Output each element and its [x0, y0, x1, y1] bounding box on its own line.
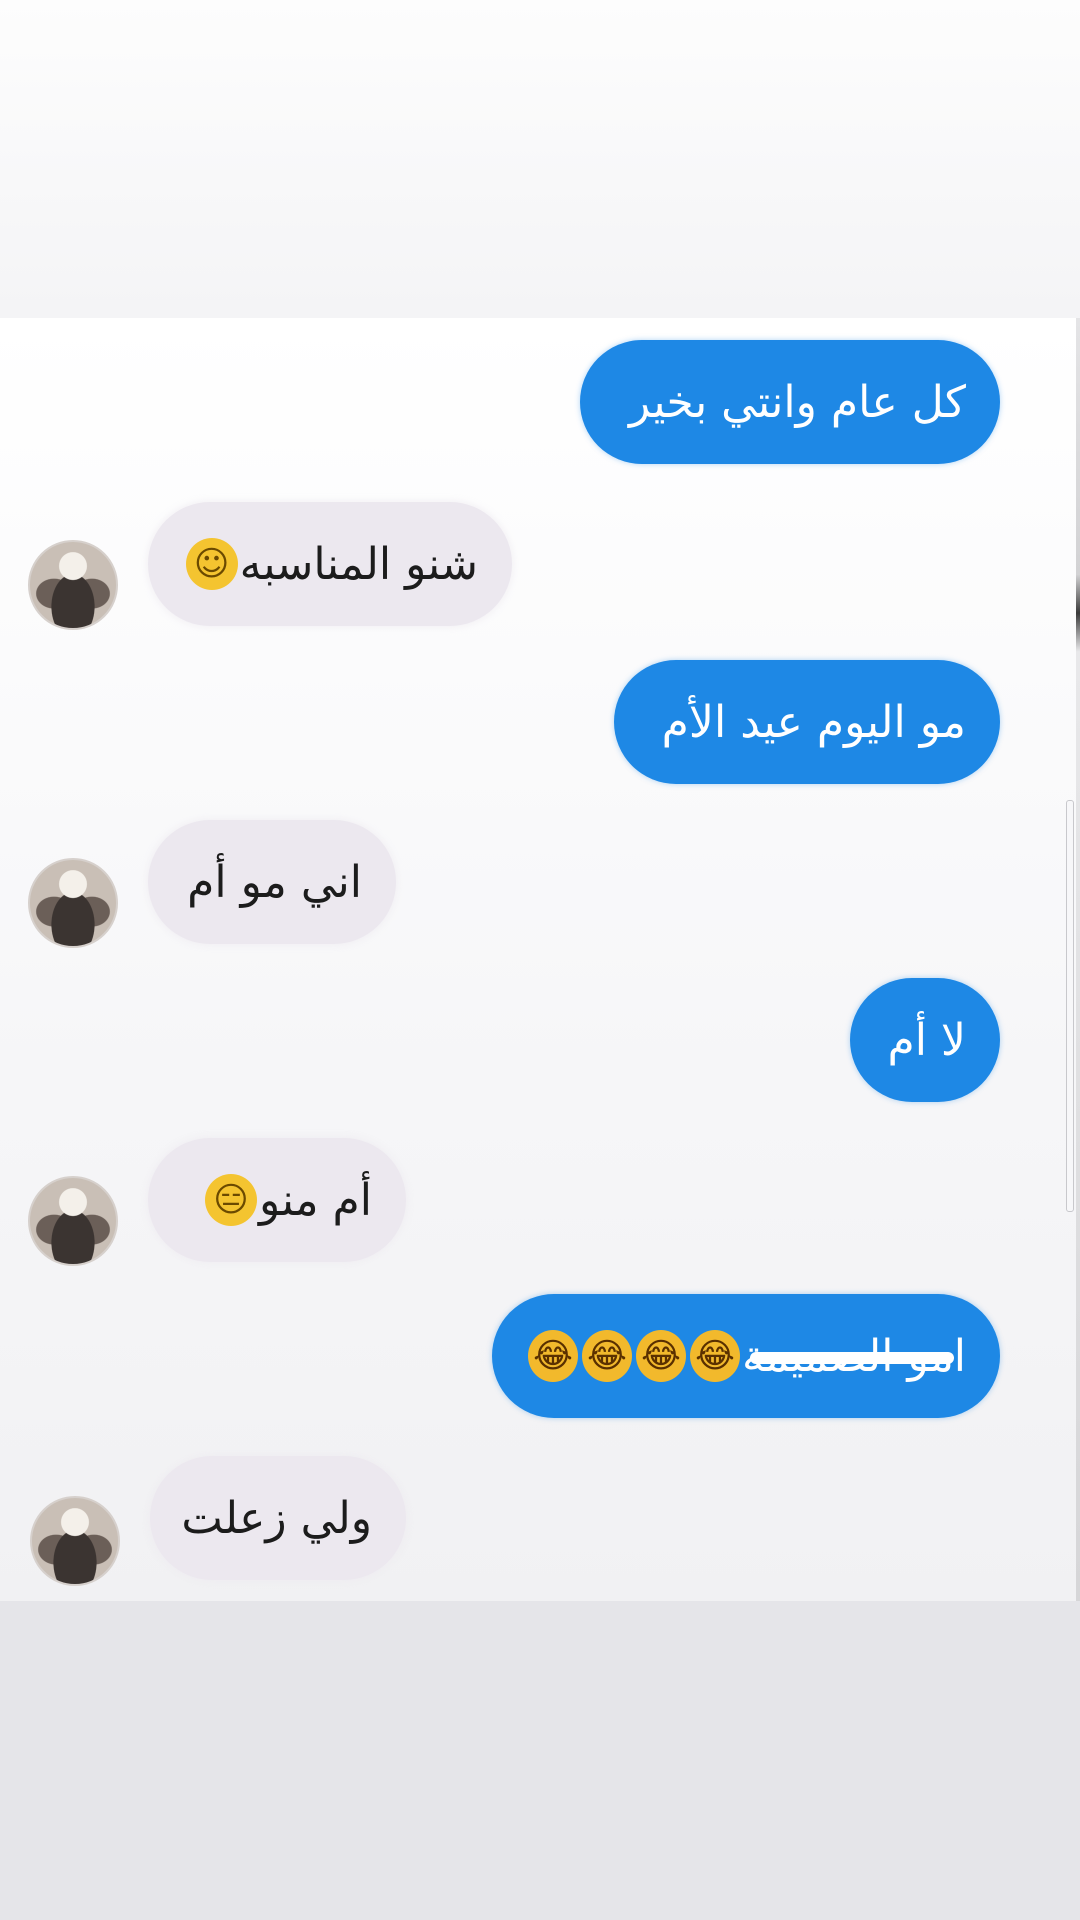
message-text: لا أم	[887, 1014, 966, 1066]
message-text: كل عام وانتي بخير	[628, 376, 966, 428]
contact-avatar[interactable]	[30, 1496, 120, 1586]
message-text: ولي زعلت	[181, 1492, 372, 1544]
message-text: أم منو	[258, 1174, 372, 1226]
scrollbar[interactable]	[1066, 800, 1074, 1212]
screen-edge	[1076, 318, 1080, 1601]
sent-message-bubble[interactable]: كل عام وانتي بخير	[580, 340, 1000, 464]
message-text: شنو المناسبه	[239, 538, 478, 590]
message-text: مو اليوم عيد الأم	[661, 696, 966, 748]
sent-message-bubble[interactable]: مو اليوم عيد الأم	[614, 660, 1000, 784]
struck-out-text: امو الصميمة	[742, 1331, 966, 1382]
sent-message-bubble[interactable]: امو الصميمة 😂 😂 😂 😂	[492, 1294, 1000, 1418]
contact-avatar[interactable]	[28, 858, 118, 948]
sent-message-bubble[interactable]: لا أم	[850, 978, 1000, 1102]
contact-avatar[interactable]	[28, 1176, 118, 1266]
top-blank-area	[0, 0, 1080, 318]
bottom-blank-area	[0, 1601, 1080, 1920]
received-message-bubble[interactable]: اني مو أم	[148, 820, 396, 944]
received-message-bubble[interactable]: ولي زعلت	[150, 1456, 406, 1580]
message-text: اني مو أم	[187, 856, 362, 908]
contact-avatar[interactable]	[28, 540, 118, 630]
laughing-emoji-icon: 😂	[635, 1330, 686, 1382]
laughing-emoji-icon: 😂	[582, 1330, 632, 1382]
received-message-bubble[interactable]: شنو المناسبه ☺	[148, 502, 512, 626]
slight-smile-emoji-icon: ☺	[185, 538, 238, 590]
laughing-emoji-icon: 😂	[689, 1330, 740, 1382]
expressionless-emoji-icon: 😑	[204, 1174, 257, 1226]
laughing-emoji-icon: 😂	[528, 1330, 578, 1382]
received-message-bubble[interactable]: أم منو 😑	[148, 1138, 406, 1262]
strikethrough-mark	[749, 1352, 954, 1364]
